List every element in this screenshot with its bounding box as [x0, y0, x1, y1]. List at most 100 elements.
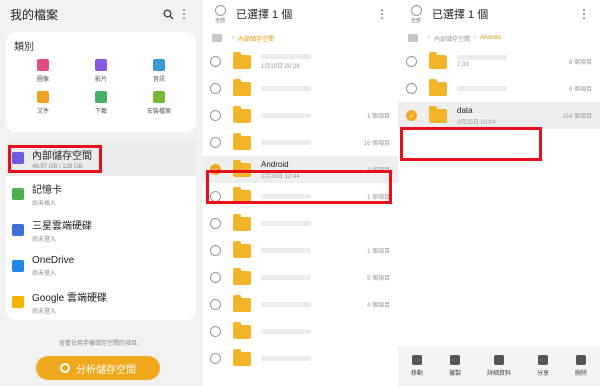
categories-card: 類別 圖像 影片 音訊文件 下載 安裝檔案 [6, 32, 196, 132]
category-item[interactable]: 安裝檔案 [130, 91, 188, 115]
category-item[interactable]: 文件 [14, 91, 72, 115]
folder-list: 1月18日 20:28 1 個項目 16 個項目 ✓ Android 2月28日 12:4… [202, 48, 398, 372]
folder-row[interactable]: 16 個項目 [202, 129, 398, 156]
blurred-name [261, 275, 311, 280]
row-checkbox[interactable] [406, 83, 417, 94]
share-icon [537, 355, 548, 365]
folder-home-icon[interactable] [212, 34, 222, 42]
sd-card-icon [12, 188, 24, 200]
folder-row[interactable]: 5 個項目 [202, 264, 398, 291]
row-checkbox[interactable] [210, 353, 221, 364]
action-move-button[interactable]: 移動 [411, 355, 423, 377]
storage-name: 三星雲端硬碟 [32, 221, 92, 232]
row-checkbox[interactable] [210, 326, 221, 337]
folder-row[interactable] [202, 210, 398, 237]
folder-home-icon[interactable] [408, 34, 418, 42]
chevron-right-icon: › [232, 35, 234, 41]
selection-title: 已選擇 1 個 [432, 9, 489, 21]
item-count: 8 個項目 [568, 60, 592, 66]
apk-icon [153, 91, 165, 103]
select-all[interactable]: 全部 [406, 4, 426, 24]
storage-item[interactable]: Google 雲端硬碟 尚未登入 [6, 284, 196, 320]
folder-row[interactable]: 4 個項目 [202, 291, 398, 318]
analyze-storage-button[interactable]: 分析儲存空間 [36, 356, 160, 380]
storage-item[interactable]: 三星雲端硬碟 尚未登入 [6, 212, 196, 248]
row-text: 1月18日 20:28 [261, 53, 390, 70]
categories-title: 類別 [14, 42, 34, 53]
action-share-button[interactable]: 分享 [537, 355, 549, 377]
blurred-name [261, 356, 311, 361]
category-label: 圖像 [36, 77, 49, 83]
analyze-note: 查看佔用手機儲存空間的項目。 [58, 341, 143, 347]
select-all-radio[interactable] [214, 4, 226, 16]
storage-item[interactable]: OneDrive 尚未登入 [6, 248, 196, 284]
folder-icon [233, 51, 251, 69]
highlight-box [206, 170, 392, 204]
row-checkbox[interactable] [210, 56, 221, 67]
category-label: 安裝檔案 [146, 109, 171, 115]
row-checkbox[interactable] [210, 110, 221, 121]
copy-icon [449, 355, 460, 365]
selection-header: 全部 已選擇 1 個 ⋮ [202, 0, 398, 28]
row-checkbox[interactable] [210, 272, 221, 283]
search-icon[interactable] [160, 6, 176, 22]
row-text [457, 86, 569, 91]
folder-name: data [457, 105, 473, 115]
item-count: 5 個項目 [366, 276, 390, 282]
breadcrumb-current[interactable]: 內部儲存空間 [238, 34, 274, 43]
category-item[interactable]: 影片 [72, 59, 130, 83]
folder-row[interactable] [202, 345, 398, 372]
folder-icon [429, 105, 447, 123]
storage-text: 記憶卡 尚未插入 [32, 181, 62, 207]
folder-icon [233, 213, 251, 231]
move-icon [411, 355, 422, 365]
action-delete-button[interactable]: 刪除 [575, 355, 587, 377]
select-all[interactable]: 全部 [210, 4, 230, 24]
row-checkbox[interactable] [210, 137, 221, 148]
action-copy-button[interactable]: 複製 [449, 355, 461, 377]
item-count: 1 個項目 [366, 114, 390, 120]
row-checkbox[interactable] [210, 218, 221, 229]
row-checkbox[interactable]: ✓ [406, 110, 417, 121]
category-item[interactable]: 音訊 [130, 59, 188, 83]
row-checkbox[interactable] [210, 245, 221, 256]
category-item[interactable]: 圖像 [14, 59, 72, 83]
row-checkbox[interactable] [210, 299, 221, 310]
highlight-box [8, 145, 102, 173]
folder-row[interactable] [202, 75, 398, 102]
blurred-name [261, 302, 311, 307]
folder-icon [429, 78, 447, 96]
blurred-name [261, 248, 311, 253]
blurred-name [261, 53, 311, 59]
internal-storage-panel: 全部 已選擇 1 個 ⋮ › 內部儲存空間 1月18日 20:28 1 個項目 16… [202, 0, 398, 386]
folder-row[interactable]: 1 個項目 [202, 102, 398, 129]
folder-row[interactable]: 9 個項目 [398, 75, 600, 102]
action-label: 分享 [536, 371, 549, 377]
folder-row[interactable] [202, 318, 398, 345]
more-options-icon[interactable]: ⋮ [176, 6, 192, 22]
action-bar: 移動 複製 詳細資料 分享 刪除 [398, 346, 600, 386]
app-header: 我的檔案 ⋮ [0, 0, 202, 28]
item-count: 1 個項目 [366, 249, 390, 255]
category-item[interactable]: 下載 [72, 91, 130, 115]
select-all-radio[interactable] [410, 4, 422, 16]
row-checkbox[interactable] [210, 83, 221, 94]
folder-row[interactable]: 1月18日 20:28 [202, 48, 398, 75]
storage-item[interactable]: 記憶卡 尚未插入 [6, 176, 196, 212]
action-info-button[interactable]: 詳細資料 [487, 355, 511, 377]
category-label: 影片 [94, 77, 107, 83]
folder-row[interactable]: 7:33 8 個項目 [398, 48, 600, 75]
document-icon [37, 91, 49, 103]
chevron-right-icon: › [428, 35, 430, 41]
more-options-icon[interactable]: ⋮ [576, 6, 592, 22]
storage-name: OneDrive [32, 255, 75, 266]
row-text: data 3月25日 03:04 [457, 106, 562, 126]
folder-date: 7:33 [457, 62, 469, 68]
more-options-icon[interactable]: ⋮ [374, 6, 390, 22]
breadcrumb-current[interactable]: Android [480, 35, 501, 41]
folder-row[interactable]: ✓ data 3月25日 03:04 154 個項目 [398, 102, 600, 129]
storage-subtitle: 尚未登入 [32, 309, 57, 315]
breadcrumb-root[interactable]: 內部儲存空間 [434, 34, 470, 43]
folder-row[interactable]: 1 個項目 [202, 237, 398, 264]
row-checkbox[interactable] [406, 56, 417, 67]
